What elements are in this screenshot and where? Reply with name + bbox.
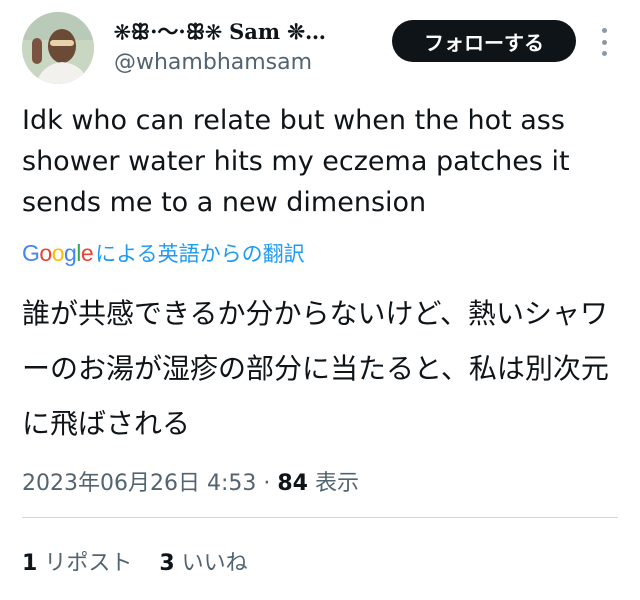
views-count: 84 bbox=[277, 471, 308, 496]
tweet-text: Idk who can relate but when the hot ass … bbox=[22, 105, 570, 218]
engagement-stats: 1 リポスト 3 いいね bbox=[22, 545, 268, 577]
tweet-meta: 2023年06月26日 4:53 · 84 表示 bbox=[22, 465, 359, 497]
likes-count: 3 bbox=[159, 551, 175, 576]
author-handle[interactable]: @whambhamsam bbox=[114, 50, 312, 75]
author-display-name[interactable]: ❊ꕥ·〜·ꕥ❊ Sam ❊… bbox=[114, 16, 326, 46]
reposts-stat[interactable]: 1 リポスト bbox=[22, 551, 132, 576]
translation-attribution[interactable]: Google による英語からの翻訳 bbox=[22, 238, 305, 268]
divider bbox=[22, 517, 618, 518]
translation-label[interactable]: による英語からの翻訳 bbox=[95, 238, 304, 268]
follow-button[interactable]: フォローする bbox=[392, 20, 576, 62]
profile-avatar-icon bbox=[22, 12, 94, 84]
tweet-datetime[interactable]: 2023年06月26日 4:53 bbox=[22, 471, 256, 496]
likes-label: いいね bbox=[181, 551, 248, 576]
more-options-icon[interactable] bbox=[596, 28, 612, 56]
google-logo: Google bbox=[22, 239, 94, 266]
translated-text: 誰が共感できるか分からないけど、熱いシャワーのお湯が湿疹の部分に当たると、私は別… bbox=[22, 297, 609, 440]
reposts-count: 1 bbox=[22, 551, 38, 576]
reposts-label: リポスト bbox=[44, 551, 133, 576]
likes-stat[interactable]: 3 いいね bbox=[159, 551, 247, 576]
meta-separator: · bbox=[263, 471, 271, 496]
avatar[interactable] bbox=[22, 12, 94, 84]
views-label: 表示 bbox=[315, 471, 360, 496]
